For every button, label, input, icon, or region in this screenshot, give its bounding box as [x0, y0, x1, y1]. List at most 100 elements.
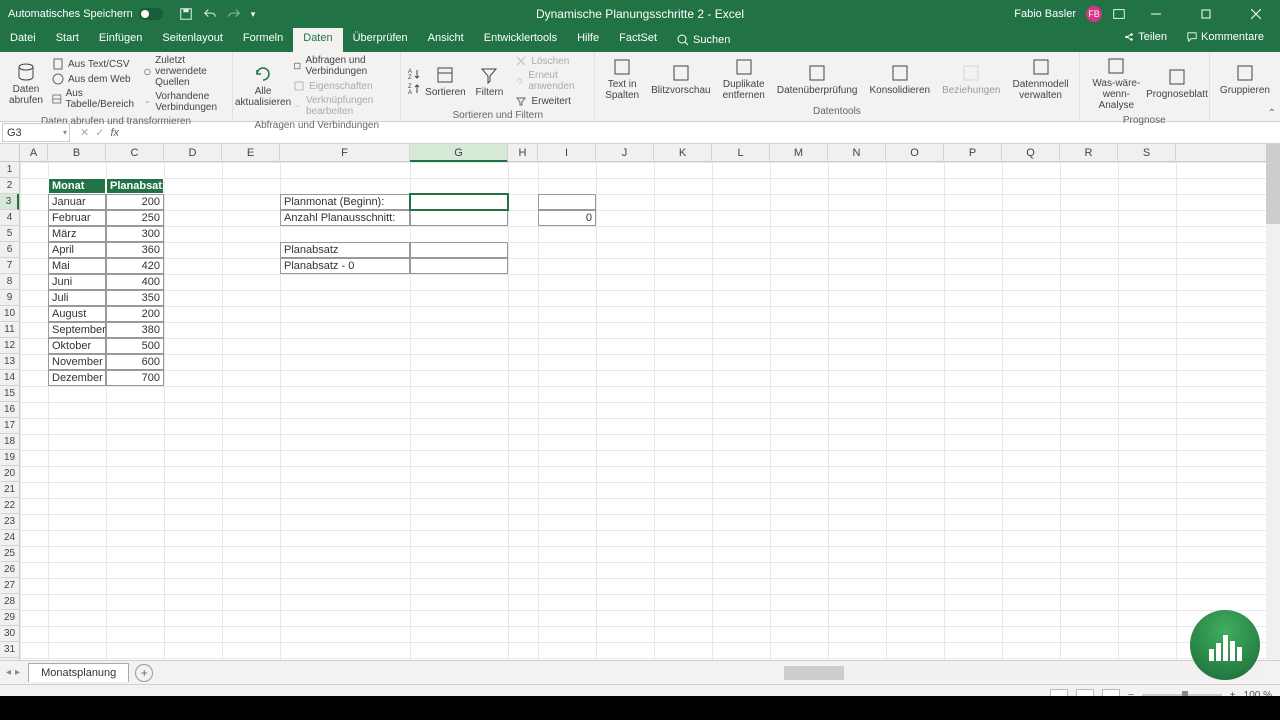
sort-button[interactable]: Sortieren — [425, 63, 465, 100]
row-header-28[interactable]: 28 — [0, 594, 19, 610]
datatool-1[interactable]: Blitzvorschau — [647, 61, 714, 98]
queries-connections[interactable]: Abfragen und Verbindungen — [291, 54, 394, 78]
cell-G6[interactable] — [410, 242, 508, 258]
horizontal-scrollbar[interactable] — [784, 666, 1264, 680]
tab-datei[interactable]: Datei — [0, 28, 46, 52]
recent-sources[interactable]: Zuletzt verwendete Quellen — [142, 54, 226, 89]
row-header-17[interactable]: 17 — [0, 418, 19, 434]
cell-B6[interactable]: April — [48, 242, 106, 258]
row-header-21[interactable]: 21 — [0, 482, 19, 498]
cell-B3[interactable]: Januar — [48, 194, 106, 210]
comments-button[interactable]: Kommentare — [1179, 28, 1272, 46]
cell-G4[interactable] — [410, 210, 508, 226]
spreadsheet-grid[interactable]: ABCDEFGHIJKLMNOPQRS 12345678910111213141… — [0, 144, 1280, 660]
cell-B12[interactable]: Oktober — [48, 338, 106, 354]
cell-C7[interactable]: 420 — [106, 258, 164, 274]
datatool-0[interactable]: Text in Spalten — [601, 55, 643, 103]
tab-formeln[interactable]: Formeln — [233, 28, 293, 52]
row-header-6[interactable]: 6 — [0, 242, 19, 258]
name-box[interactable]: G3 ▾ — [2, 123, 70, 142]
sheet-nav-next-icon[interactable]: ▸ — [15, 667, 20, 678]
row-header-31[interactable]: 31 — [0, 642, 19, 658]
from-web[interactable]: Aus dem Web — [50, 72, 138, 86]
row-header-30[interactable]: 30 — [0, 626, 19, 642]
cell-C3[interactable]: 200 — [106, 194, 164, 210]
ribbon-display-icon[interactable] — [1112, 7, 1126, 21]
row-header-3[interactable]: 3 — [0, 194, 19, 210]
forecast-0[interactable]: Was-wäre-wenn- Analyse — [1086, 54, 1147, 113]
cell-B10[interactable]: August — [48, 306, 106, 322]
chevron-down-icon[interactable]: ▾ — [63, 128, 67, 137]
cell-B14[interactable]: Dezember — [48, 370, 106, 386]
forecast-1[interactable]: Prognoseblatt — [1151, 65, 1203, 102]
cell-C11[interactable]: 380 — [106, 322, 164, 338]
row-header-11[interactable]: 11 — [0, 322, 19, 338]
row-header-10[interactable]: 10 — [0, 306, 19, 322]
row-header-5[interactable]: 5 — [0, 226, 19, 242]
row-header-1[interactable]: 1 — [0, 162, 19, 178]
outline-0[interactable]: Gruppieren — [1216, 61, 1274, 98]
row-header-4[interactable]: 4 — [0, 210, 19, 226]
tab-entwicklertools[interactable]: Entwicklertools — [474, 28, 567, 52]
sort-za-icon[interactable]: ZA — [407, 82, 421, 96]
row-header-25[interactable]: 25 — [0, 546, 19, 562]
row-header-9[interactable]: 9 — [0, 290, 19, 306]
refresh-all-button[interactable]: Alle aktualisieren — [239, 62, 287, 110]
row-header-8[interactable]: 8 — [0, 274, 19, 290]
cell-F4[interactable]: Anzahl Planausschnitt: — [280, 210, 410, 226]
sheet-nav-prev-icon[interactable]: ◂ — [6, 667, 11, 678]
cell-C2[interactable]: Planabsatz — [106, 178, 164, 194]
cell-F6[interactable]: Planabsatz — [280, 242, 410, 258]
col-header-N[interactable]: N — [828, 144, 886, 162]
row-header-26[interactable]: 26 — [0, 562, 19, 578]
col-header-A[interactable]: A — [20, 144, 48, 162]
advanced-filter[interactable]: Erweitert — [513, 94, 588, 108]
row-header-2[interactable]: 2 — [0, 178, 19, 194]
cell-B8[interactable]: Juni — [48, 274, 106, 290]
cell-B11[interactable]: September — [48, 322, 106, 338]
cell-C6[interactable]: 360 — [106, 242, 164, 258]
row-header-18[interactable]: 18 — [0, 434, 19, 450]
cell-C9[interactable]: 350 — [106, 290, 164, 306]
col-header-S[interactable]: S — [1118, 144, 1176, 162]
row-header-20[interactable]: 20 — [0, 466, 19, 482]
row-header-23[interactable]: 23 — [0, 514, 19, 530]
row-header-14[interactable]: 14 — [0, 370, 19, 386]
cell-C14[interactable]: 700 — [106, 370, 164, 386]
filter-button[interactable]: Filtern — [469, 63, 509, 100]
row-header-29[interactable]: 29 — [0, 610, 19, 626]
qat-customize-icon[interactable]: ▾ — [251, 9, 256, 20]
undo-icon[interactable] — [203, 7, 217, 21]
tab-factset[interactable]: FactSet — [609, 28, 667, 52]
avatar[interactable]: FB — [1086, 6, 1102, 22]
minimize-button[interactable] — [1136, 0, 1176, 28]
cell-B4[interactable]: Februar — [48, 210, 106, 226]
cell-F3[interactable]: Planmonat (Beginn): — [280, 194, 410, 210]
cell-C13[interactable]: 600 — [106, 354, 164, 370]
col-header-B[interactable]: B — [48, 144, 106, 162]
save-icon[interactable] — [179, 7, 193, 21]
col-header-R[interactable]: R — [1060, 144, 1118, 162]
col-header-Q[interactable]: Q — [1002, 144, 1060, 162]
cell-I3[interactable] — [538, 194, 596, 210]
row-header-15[interactable]: 15 — [0, 386, 19, 402]
col-header-F[interactable]: F — [280, 144, 410, 162]
col-header-J[interactable]: J — [596, 144, 654, 162]
row-header-7[interactable]: 7 — [0, 258, 19, 274]
cell-B2[interactable]: Monat — [48, 178, 106, 194]
from-text-csv[interactable]: Aus Text/CSV — [50, 57, 138, 71]
tab-überprüfen[interactable]: Überprüfen — [343, 28, 418, 52]
col-header-P[interactable]: P — [944, 144, 1002, 162]
cell-F7[interactable]: Planabsatz - 0 — [280, 258, 410, 274]
tab-seitenlayout[interactable]: Seitenlayout — [152, 28, 233, 52]
datatool-3[interactable]: Datenüberprüfung — [773, 61, 862, 98]
col-header-I[interactable]: I — [538, 144, 596, 162]
cell-I4[interactable]: 0 — [538, 210, 596, 226]
row-header-16[interactable]: 16 — [0, 402, 19, 418]
col-header-G[interactable]: G — [410, 144, 508, 162]
collapse-ribbon-icon[interactable]: ⌃ — [1268, 108, 1276, 119]
share-button[interactable]: Teilen — [1116, 28, 1175, 46]
autosave-toggle[interactable] — [139, 8, 163, 20]
col-header-M[interactable]: M — [770, 144, 828, 162]
col-header-C[interactable]: C — [106, 144, 164, 162]
